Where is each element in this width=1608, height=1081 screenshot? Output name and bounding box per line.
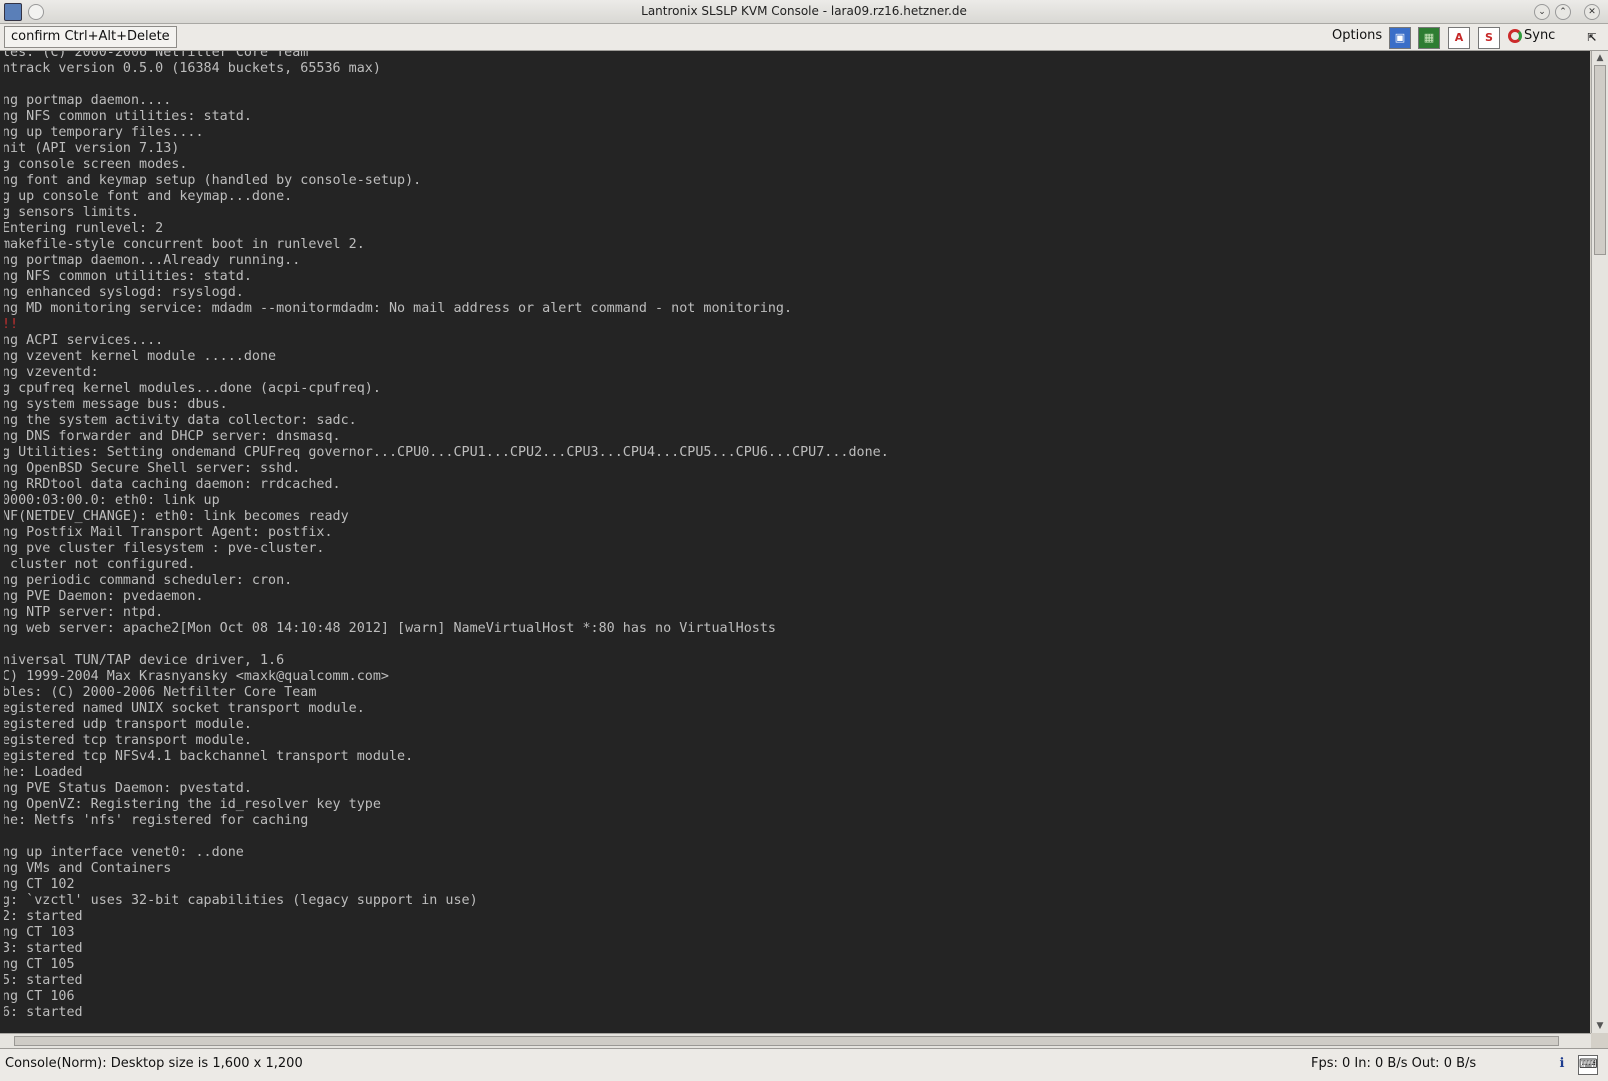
close-button[interactable]: ✕ [1584, 4, 1600, 20]
console-line: he: Netfs 'nfs' registered for caching [2, 813, 309, 828]
console-line: ng CT 105 [2, 957, 75, 972]
toolbar: confirm Ctrl+Alt+Delete Options ▣ ▦ A S … [0, 24, 1608, 51]
console-line: ng pve cluster filesystem : pve-cluster. [2, 541, 325, 556]
horizontal-scrollbar[interactable] [0, 1033, 1591, 1048]
console-line: 5: started [2, 973, 83, 988]
console-line: egistered tcp NFSv4.1 backchannel transp… [2, 749, 414, 764]
console-line: g cpufreq kernel modules...done (acpi-cp… [2, 381, 381, 396]
console-line: 6: started [2, 1005, 83, 1020]
console-line: ng web server: apache2[Mon Oct 08 14:10:… [2, 621, 776, 636]
console-line: g console screen modes. [2, 157, 188, 172]
save-icon[interactable]: ▣ [1389, 27, 1411, 49]
mouse-icon[interactable]: ⇱ [1581, 27, 1603, 49]
console-line: ng the system activity data collector: s… [2, 413, 357, 428]
info-icon[interactable]: ℹ [1553, 1055, 1571, 1073]
console-line: ng CT 106 [2, 989, 75, 1004]
console-line: ng MD monitoring service: mdadm --monito… [2, 301, 793, 316]
console-line: ng system message bus: dbus. [2, 397, 228, 412]
vertical-scroll-thumb[interactable] [1594, 65, 1606, 255]
console-line: ng NFS common utilities: statd. [2, 109, 252, 124]
console-line: ng font and keymap setup (handled by con… [2, 173, 422, 188]
console-line: ng CT 102 [2, 877, 75, 892]
keyboard-icon[interactable]: ⌨ [1578, 1055, 1598, 1075]
console-line: ng periodic command scheduler: cron. [2, 573, 293, 588]
console-line: egistered udp transport module. [2, 717, 252, 732]
ctrl-alt-delete-button[interactable]: confirm Ctrl+Alt+Delete [4, 26, 177, 48]
title-bar: Lantronix SLSLP KVM Console - lara09.rz1… [0, 0, 1608, 24]
console-line: ntrack version 0.5.0 (16384 buckets, 655… [2, 61, 381, 76]
console-line: ng RRDtool data caching daemon: rrdcache… [2, 477, 341, 492]
console-line: ng enhanced syslogd: rsyslogd. [2, 285, 244, 300]
console-line: ng OpenBSD Secure Shell server: sshd. [2, 461, 301, 476]
monitor-icon[interactable]: ▦ [1418, 27, 1440, 49]
console-line: ng up interface venet0: ..done [2, 845, 244, 860]
console-line: cluster not configured. [2, 557, 196, 572]
console-line: ng CT 103 [2, 925, 75, 940]
console-line: ng PVE Daemon: pvedaemon. [2, 589, 204, 604]
vertical-scrollbar[interactable]: ▲ ▼ [1591, 51, 1608, 1033]
sync-icon [1508, 29, 1522, 43]
console-line: C) 1999-2004 Max Krasnyansky <maxk@qualc… [2, 669, 389, 684]
console-line: egistered tcp transport module. [2, 733, 252, 748]
console-line: niversal TUN/TAP device driver, 1.6 [2, 653, 285, 668]
console-line: 3: started [2, 941, 83, 956]
maximize-button[interactable]: ⌃ [1555, 4, 1571, 20]
console-line: ng vzeventd: [2, 365, 99, 380]
status-desktop-size: Console(Norm): Desktop size is 1,600 x 1… [5, 1056, 303, 1071]
console-line: ng vzevent kernel module .....done [2, 349, 277, 364]
console-line: nit (API version 7.13) [2, 141, 180, 156]
console-line: egistered named UNIX socket transport mo… [2, 701, 365, 716]
console-line: ng NTP server: ntpd. [2, 605, 164, 620]
console-line: ng ACPI services.... [2, 333, 164, 348]
console-line: ng up temporary files.... [2, 125, 204, 140]
options-menu[interactable]: Options [1332, 28, 1382, 43]
console-line: ng OpenVZ: Registering the id_resolver k… [2, 797, 381, 812]
console-line: ng VMs and Containers [2, 861, 172, 876]
console-line: 0000:03:00.0: eth0: link up [2, 493, 220, 508]
scroll-down-arrow-icon[interactable]: ▼ [1594, 1020, 1606, 1032]
minimize-button[interactable]: ⌄ [1534, 4, 1550, 20]
scale-icon[interactable]: S [1478, 27, 1500, 49]
console-output: les: (C) 2000-2006 Netfilter Core Team nt… [2, 51, 889, 1021]
console-line: ng NFS common utilities: statd. [2, 269, 252, 284]
console-line: les: (C) 2000-2006 Netfilter Core Team [2, 51, 309, 60]
console-line: g Utilities: Setting ondemand CPUFreq go… [2, 445, 889, 460]
console-line: ng portmap daemon...Already running.. [2, 253, 301, 268]
console-line: 2: started [2, 909, 83, 924]
kvm-remote-screen[interactable]: les: (C) 2000-2006 Netfilter Core Team nt… [0, 51, 1590, 1033]
console-line: ng portmap daemon.... [2, 93, 172, 108]
scroll-up-arrow-icon[interactable]: ▲ [1594, 52, 1606, 64]
console-line: makefile-style concurrent boot in runlev… [2, 237, 365, 252]
status-fps: Fps: 0 In: 0 B/s Out: 0 B/s [1311, 1056, 1477, 1071]
console-line: he: Loaded [2, 765, 83, 780]
console-line: g: `vzctl' uses 32-bit capabilities (leg… [2, 893, 478, 908]
window-title: Lantronix SLSLP KVM Console - lara09.rz1… [641, 4, 967, 18]
console-line: g sensors limits. [2, 205, 140, 220]
console-line: ng DNS forwarder and DHCP server: dnsmas… [2, 429, 341, 444]
console-line: ng Postfix Mail Transport Agent: postfix… [2, 525, 333, 540]
console-line: !! [2, 317, 19, 332]
sync-button[interactable]: Sync [1506, 25, 1559, 47]
horizontal-scroll-thumb[interactable] [14, 1036, 1559, 1046]
console-line: g up console font and keymap...done. [2, 189, 293, 204]
sync-label: Sync [1524, 28, 1556, 43]
status-bar: Console(Norm): Desktop size is 1,600 x 1… [0, 1048, 1608, 1081]
console-line: NF(NETDEV_CHANGE): eth0: link becomes re… [2, 509, 349, 524]
console-line: bles: (C) 2000-2006 Netfilter Core Team [2, 685, 317, 700]
autoadjust-icon[interactable]: A [1448, 27, 1470, 49]
console-line: Entering runlevel: 2 [2, 221, 164, 236]
console-line: ng PVE Status Daemon: pvestatd. [2, 781, 252, 796]
